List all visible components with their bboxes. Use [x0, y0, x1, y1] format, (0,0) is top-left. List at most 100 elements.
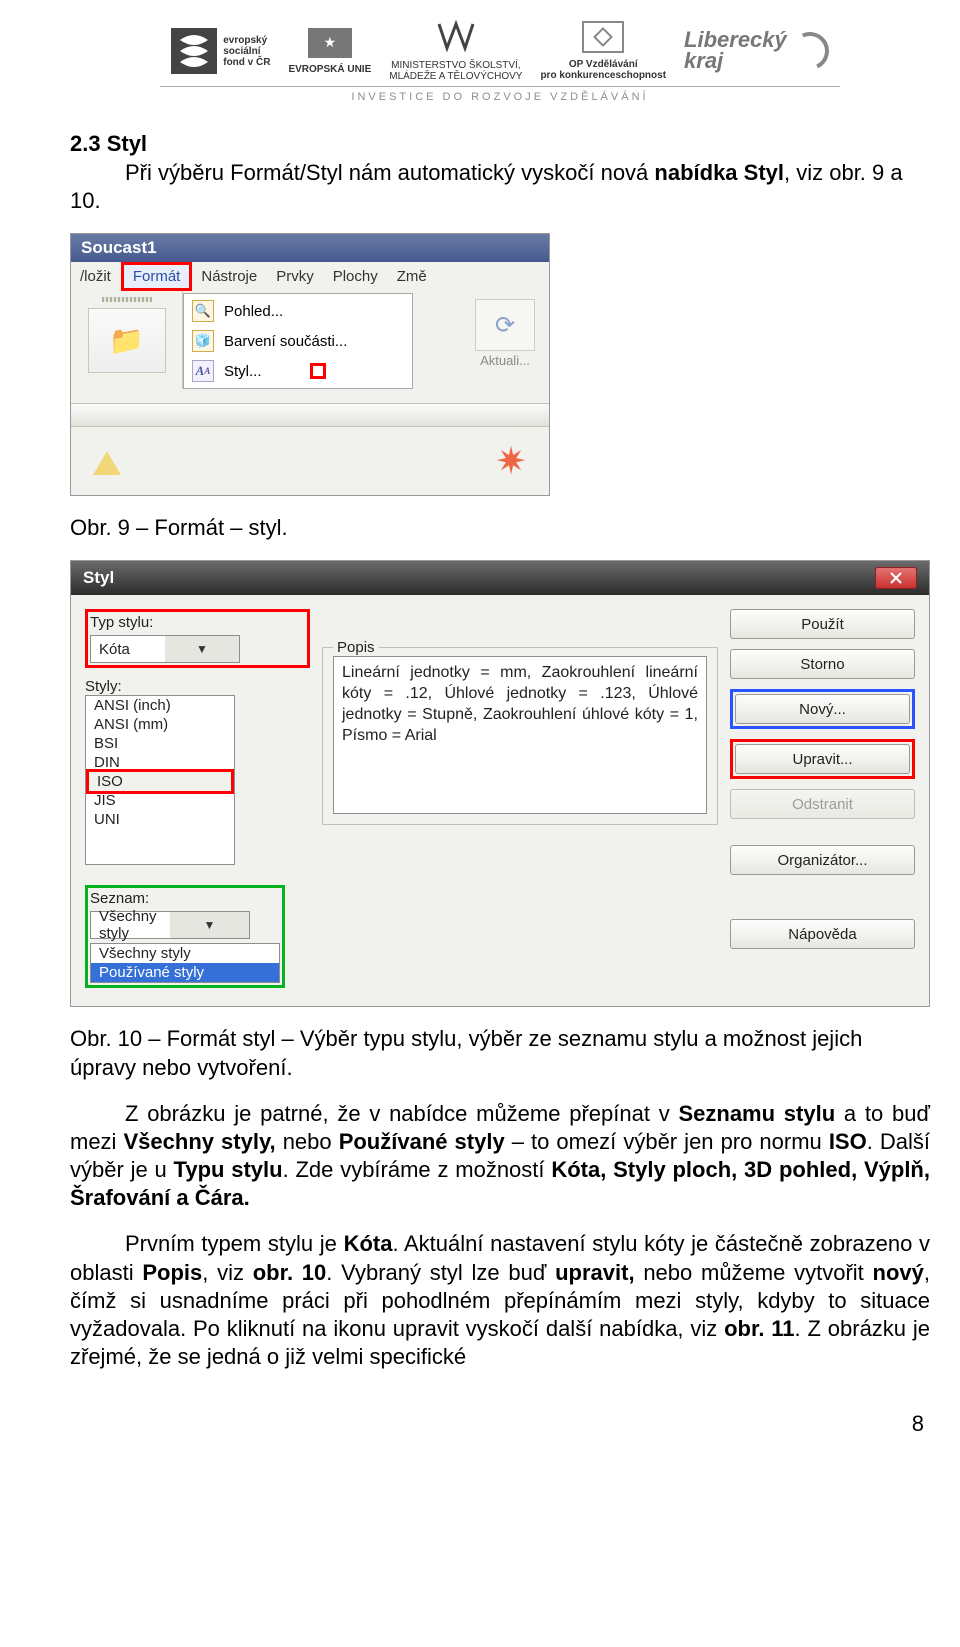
text-bold: nový [873, 1260, 924, 1285]
esf-label: evropský sociální fond v ČR [223, 35, 270, 68]
open-folder-icon[interactable]: 📁 [88, 308, 166, 373]
screenshot-format-menu: Soucast1 /ložit Formát Nástroje Prvky Pl… [70, 233, 550, 496]
menuitem-label: Pohled... [224, 303, 283, 320]
paragraph-2: Z obrázku je patrné, že v nabídce můžeme… [70, 1100, 930, 1213]
update-icon[interactable]: ⟳ [475, 299, 535, 351]
styly-listbox[interactable]: ANSI (inch) ANSI (mm) BSI DIN ISO JIS UN… [85, 695, 235, 865]
text: . Zde vybíráme z možností [283, 1157, 552, 1182]
kraj-swirl-icon [785, 27, 834, 76]
list-item[interactable]: ANSI (inch) [86, 696, 234, 715]
organizator-button[interactable]: Organizátor... [730, 845, 915, 875]
menu-format[interactable]: Formát [121, 262, 193, 291]
text-bold: Typu stylu [174, 1157, 283, 1182]
logo-msmt: MINISTERSTVO ŠKOLSTVÍ, MLÁDEŽE A TĚLOVÝC… [389, 20, 522, 82]
paragraph-3: Prvním typem stylu je Kóta. Aktuální nas… [70, 1230, 930, 1371]
logo-eu: ★ EVROPSKÁ UNIE [288, 28, 371, 75]
styl-icon: AA [192, 360, 214, 382]
header-divider [160, 86, 840, 87]
menuitem-pohled[interactable]: 🔍 Pohled... [186, 296, 410, 326]
list-item[interactable]: JIS [86, 791, 234, 810]
close-icon [889, 572, 903, 584]
text-bold: ISO [829, 1129, 867, 1154]
menu-plochy[interactable]: Plochy [324, 262, 388, 291]
toolbar-grip-icon [102, 297, 152, 302]
menu-zme[interactable]: Změ [388, 262, 437, 291]
text-bold: Používané styly [339, 1129, 505, 1154]
toolbar-strip [71, 403, 549, 427]
text-bold: obr. 11 [724, 1316, 794, 1341]
text-bold: upravit, [555, 1260, 634, 1285]
text: . Vybraný styl lze buď [326, 1260, 555, 1285]
typ-stylu-label: Typ stylu: [90, 614, 305, 631]
list-item[interactable]: BSI [86, 734, 234, 753]
seznam-highlight: Seznam: Všechny styly ▼ Všechny styly Po… [85, 885, 285, 988]
barveni-icon: 🧊 [192, 330, 214, 352]
triangle-icon[interactable] [93, 447, 121, 475]
screenshot-styl-dialog: Styl Typ stylu: Kóta ▼ Styly: ANSI (i [70, 560, 930, 1007]
logo-opvk: OP Vzdělávání pro konkurenceschopnost [540, 21, 666, 81]
upravit-button[interactable]: Upravit... [735, 744, 910, 774]
menuitem-label: Styl... [224, 363, 262, 380]
logo-kraj: Liberecký kraj [684, 30, 829, 72]
popis-legend: Popis [333, 639, 379, 656]
caption-fig9: Obr. 9 – Formát – styl. [70, 514, 930, 542]
dialog-titlebar: Styl [71, 561, 929, 595]
pohled-icon: 🔍 [192, 300, 214, 322]
menu-vlozit[interactable]: /ložit [71, 262, 121, 291]
typ-stylu-combo[interactable]: Kóta ▼ [90, 635, 240, 663]
toolbar-right: ⟳ Aktuali... [475, 291, 549, 389]
menuitem-styl[interactable]: AA Styl... [186, 356, 410, 386]
kraj-label: Liberecký kraj [684, 30, 787, 72]
upravit-highlight: Upravit... [730, 739, 915, 779]
text: Při výběru Formát/Styl nám automatický v… [125, 160, 654, 185]
opvk-label: OP Vzdělávání pro konkurenceschopnost [540, 59, 666, 81]
seznam-value: Všechny styly [91, 908, 170, 942]
menubar: /ložit Formát Nástroje Prvky Plochy Změ [71, 262, 549, 291]
caption-fig10: Obr. 10 – Formát styl – Výběr typu stylu… [70, 1025, 930, 1081]
list-item[interactable]: UNI [86, 810, 234, 829]
text: nebo můžeme vytvořit [635, 1260, 873, 1285]
text: Z obrázku je patrné, že v nabídce můžeme… [125, 1101, 678, 1126]
odstranit-button: Odstranit [730, 789, 915, 819]
text-bold: nabídka Styl [654, 160, 784, 185]
starburst-icon[interactable]: ✷ [495, 439, 527, 484]
text-bold: Seznamu stylu [678, 1101, 835, 1126]
dialog-left-column: Typ stylu: Kóta ▼ Styly: ANSI (inch) ANS… [85, 609, 310, 988]
menu-nastroje[interactable]: Nástroje [192, 262, 267, 291]
napoveda-button[interactable]: Nápověda [730, 919, 915, 949]
format-dropdown: 🔍 Pohled... 🧊 Barvení součásti... AA Sty… [183, 293, 413, 389]
menu-prvky[interactable]: Prvky [267, 262, 324, 291]
text-bold: Popis [142, 1260, 202, 1285]
section-heading: 2.3 Styl [70, 131, 930, 157]
bottom-toolbar: ✷ [71, 427, 549, 495]
logo-esf: evropský sociální fond v ČR [171, 28, 270, 74]
esf-icon [171, 28, 217, 74]
text: nebo [276, 1129, 339, 1154]
opvk-icon [582, 21, 624, 53]
menuitem-label: Barvení součásti... [224, 333, 347, 350]
popis-fieldset: Popis Lineární jednotky = mm, Zaokrouhle… [322, 647, 718, 825]
chevron-down-icon: ▼ [170, 912, 249, 938]
typ-stylu-highlight: Typ stylu: Kóta ▼ [85, 609, 310, 668]
header-logos: evropský sociální fond v ČR ★ EVROPSKÁ U… [70, 20, 930, 82]
toolbar-left: 📁 [71, 291, 183, 389]
seznam-combo[interactable]: Všechny styly ▼ [90, 911, 250, 939]
list-item[interactable]: Všechny styly [91, 944, 279, 963]
novy-button[interactable]: Nový... [735, 694, 910, 724]
text-bold: obr. 10 [253, 1260, 327, 1285]
close-button[interactable] [875, 567, 917, 589]
seznam-label: Seznam: [90, 890, 280, 907]
list-item[interactable]: ANSI (mm) [86, 715, 234, 734]
seznam-options-list[interactable]: Všechny styly Používané styly [90, 943, 280, 983]
storno-button[interactable]: Storno [730, 649, 915, 679]
intro-paragraph: Při výběru Formát/Styl nám automatický v… [70, 159, 930, 215]
novy-highlight: Nový... [730, 689, 915, 729]
msmt-label: MINISTERSTVO ŠKOLSTVÍ, MLÁDEŽE A TĚLOVÝC… [389, 60, 522, 82]
typ-stylu-value: Kóta [91, 641, 165, 658]
text-bold: Všechny styly, [124, 1129, 276, 1154]
list-item-selected[interactable]: Používané styly [91, 963, 279, 982]
styly-label: Styly: [85, 678, 310, 695]
pouzit-button[interactable]: Použít [730, 609, 915, 639]
menuitem-barveni[interactable]: 🧊 Barvení součásti... [186, 326, 410, 356]
red-highlight-marker [310, 363, 326, 379]
